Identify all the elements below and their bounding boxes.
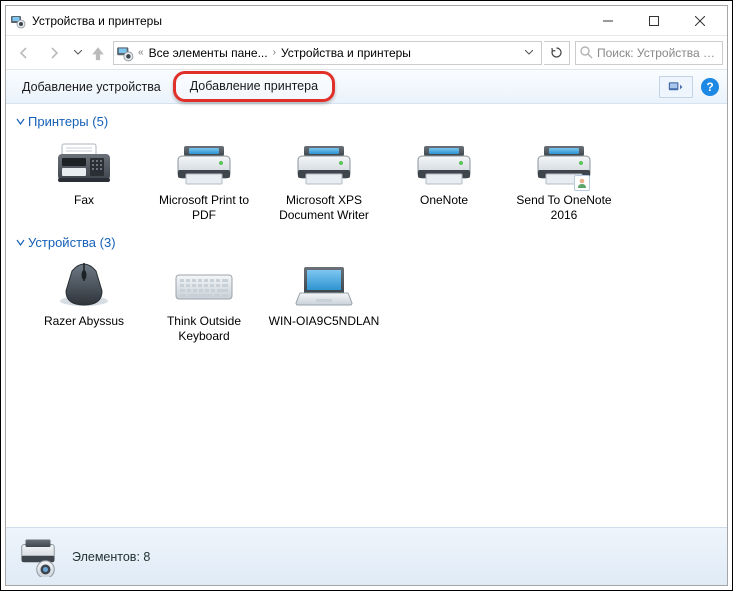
view-options-button[interactable] [659, 76, 693, 98]
address-dropdown[interactable] [519, 42, 539, 64]
maximize-button[interactable] [631, 7, 677, 35]
help-button[interactable]: ? [701, 78, 719, 96]
nav-bar: « Все элементы пане... › Устройства и пр… [6, 36, 727, 70]
device-label: Microsoft XPS Document Writer [268, 193, 380, 223]
chevron-right-icon: › [270, 47, 279, 58]
address-bar[interactable]: « Все элементы пане... › Устройства и пр… [113, 41, 542, 65]
back-button[interactable] [10, 39, 38, 67]
title-bar: Устройства и принтеры [6, 6, 727, 36]
device-item[interactable]: Send To OneNote 2016 [504, 133, 624, 229]
device-label: Razer Abyssus [44, 314, 124, 329]
search-placeholder: Поиск: Устройства и... [597, 46, 718, 60]
caret-down-icon [14, 238, 26, 247]
add-device-button[interactable]: Добавление устройства [14, 76, 169, 98]
content-area: Принтеры (5) Fax Microsoft Print to PDF Mi… [6, 104, 727, 527]
history-dropdown[interactable] [70, 39, 86, 67]
address-icon [116, 44, 134, 62]
mouse-icon [52, 260, 116, 310]
device-item[interactable]: Microsoft XPS Document Writer [264, 133, 384, 229]
minimize-button[interactable] [585, 7, 631, 35]
status-icon [18, 537, 58, 577]
printer-icon [532, 139, 596, 189]
add-printer-button[interactable]: Добавление принтера [173, 71, 335, 102]
breadcrumb-item[interactable]: Устройства и принтеры [279, 46, 413, 60]
fax-icon [52, 139, 116, 189]
device-label: Think Outside Keyboard [148, 314, 260, 344]
refresh-button[interactable] [544, 41, 570, 65]
close-button[interactable] [677, 7, 723, 35]
caret-down-icon [14, 117, 26, 126]
window-title: Устройства и принтеры [32, 14, 585, 28]
printer-icon [172, 139, 236, 189]
device-item[interactable]: WIN-OIA9C5NDLAN [264, 254, 384, 350]
device-item[interactable]: OneNote [384, 133, 504, 229]
status-text: Элементов: 8 [72, 550, 150, 564]
search-input[interactable]: Поиск: Устройства и... [575, 41, 723, 65]
forward-button[interactable] [40, 39, 68, 67]
printer-icon [292, 139, 356, 189]
user-badge-icon [574, 175, 590, 191]
group-header-devices[interactable]: Устройства (3) [14, 229, 719, 254]
device-label: Microsoft Print to PDF [148, 193, 260, 223]
device-label: Send To OneNote 2016 [508, 193, 620, 223]
printer-icon [412, 139, 476, 189]
app-icon [10, 13, 26, 29]
toolbar: Добавление устройства Добавление принтер… [6, 70, 727, 104]
breadcrumb-prefix: « [135, 47, 147, 58]
search-icon [580, 46, 593, 59]
status-bar: Элементов: 8 [6, 527, 727, 585]
laptop-icon [292, 260, 356, 310]
device-item[interactable]: Think Outside Keyboard [144, 254, 264, 350]
device-label: WIN-OIA9C5NDLAN [269, 314, 380, 329]
device-label: OneNote [420, 193, 468, 208]
device-item[interactable]: Microsoft Print to PDF [144, 133, 264, 229]
up-button[interactable] [88, 39, 108, 67]
device-label: Fax [74, 193, 94, 208]
device-item[interactable]: Razer Abyssus [24, 254, 144, 350]
keyboard-icon [172, 260, 236, 310]
device-item[interactable]: Fax [24, 133, 144, 229]
group-header-printers[interactable]: Принтеры (5) [14, 108, 719, 133]
breadcrumb-item[interactable]: Все элементы пане... [147, 46, 270, 60]
